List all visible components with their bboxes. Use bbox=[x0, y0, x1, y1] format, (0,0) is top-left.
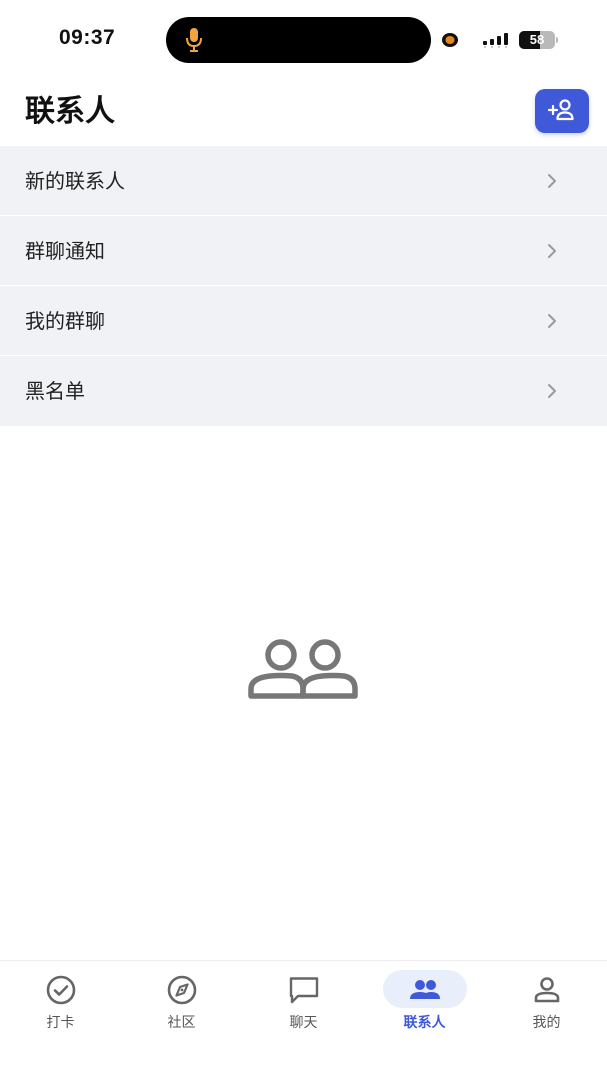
add-contact-button[interactable] bbox=[535, 89, 589, 133]
menu-item-my-groups[interactable]: 我的群聊 bbox=[0, 286, 607, 356]
menu-item-label: 黑名单 bbox=[25, 379, 85, 403]
cellular-signal-icon bbox=[483, 33, 508, 48]
chevron-right-icon bbox=[548, 244, 556, 258]
nav-label: 社区 bbox=[167, 1015, 196, 1031]
chat-bubble-icon bbox=[289, 977, 319, 1004]
nav-item-community[interactable]: 社区 bbox=[121, 961, 242, 1041]
status-bar: 09:37 58 bbox=[0, 0, 607, 80]
page-title: 联系人 bbox=[25, 94, 115, 129]
menu-item-blacklist[interactable]: 黑名单 bbox=[0, 356, 607, 426]
people-outline-icon bbox=[248, 639, 358, 699]
bottom-nav: 打卡 社区 聊天 联系人 我的 bbox=[0, 960, 607, 1080]
nav-label: 打卡 bbox=[46, 1015, 75, 1031]
screen: 09:37 58 联系人 新的联系人 群聊通知 我的群聊 黑名单 打卡 社区 聊… bbox=[0, 0, 607, 1080]
battery-tip bbox=[556, 37, 558, 43]
people-icon bbox=[410, 980, 440, 999]
chevron-right-icon bbox=[548, 384, 556, 398]
nav-item-checkin[interactable]: 打卡 bbox=[0, 961, 121, 1041]
menu-item-label: 群聊通知 bbox=[25, 239, 105, 263]
nav-label: 我的 bbox=[532, 1015, 561, 1031]
battery-icon: 58 bbox=[519, 31, 555, 49]
nav-item-contacts[interactable]: 联系人 bbox=[364, 961, 485, 1041]
check-circle-icon bbox=[46, 975, 76, 1005]
nav-label: 联系人 bbox=[403, 1015, 446, 1031]
dynamic-island bbox=[166, 17, 431, 63]
menu-item-new-contacts[interactable]: 新的联系人 bbox=[0, 146, 607, 216]
nav-item-profile[interactable]: 我的 bbox=[486, 961, 607, 1041]
person-icon bbox=[534, 977, 560, 1003]
microphone-icon bbox=[186, 28, 202, 52]
recording-indicator-icon bbox=[442, 33, 458, 47]
add-person-icon bbox=[548, 99, 574, 121]
menu-item-label: 新的联系人 bbox=[25, 169, 125, 193]
nav-item-chat[interactable]: 聊天 bbox=[243, 961, 364, 1041]
menu-item-group-notifications[interactable]: 群聊通知 bbox=[0, 216, 607, 286]
menu-item-label: 我的群聊 bbox=[25, 309, 105, 333]
nav-label: 聊天 bbox=[289, 1015, 318, 1031]
chevron-right-icon bbox=[548, 174, 556, 188]
status-time: 09:37 bbox=[59, 26, 116, 49]
chevron-right-icon bbox=[548, 314, 556, 328]
battery-level: 58 bbox=[529, 32, 545, 47]
compass-icon bbox=[167, 975, 197, 1005]
contacts-menu: 新的联系人 群聊通知 我的群聊 黑名单 bbox=[0, 146, 607, 426]
